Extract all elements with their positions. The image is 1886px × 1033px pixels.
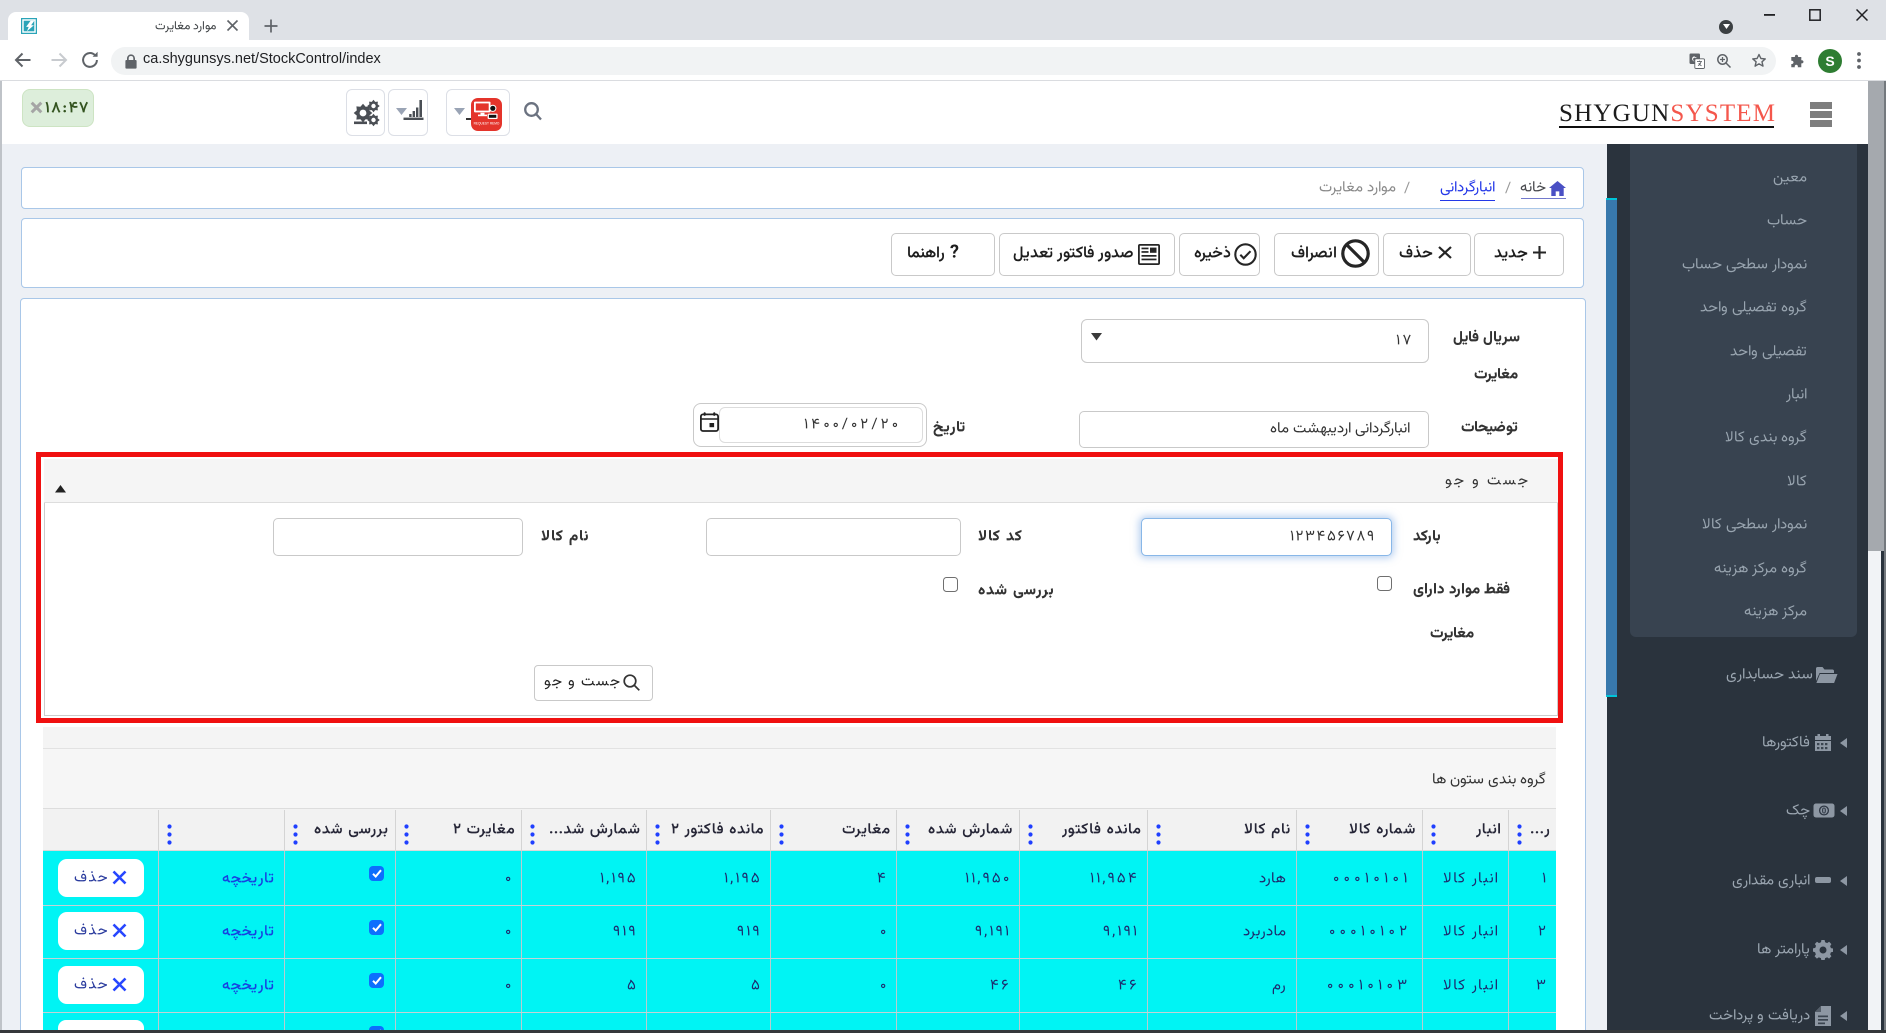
svg-text:0: 0 — [1822, 806, 1827, 815]
svg-text:REQUEST REMO: REQUEST REMO — [474, 122, 500, 126]
